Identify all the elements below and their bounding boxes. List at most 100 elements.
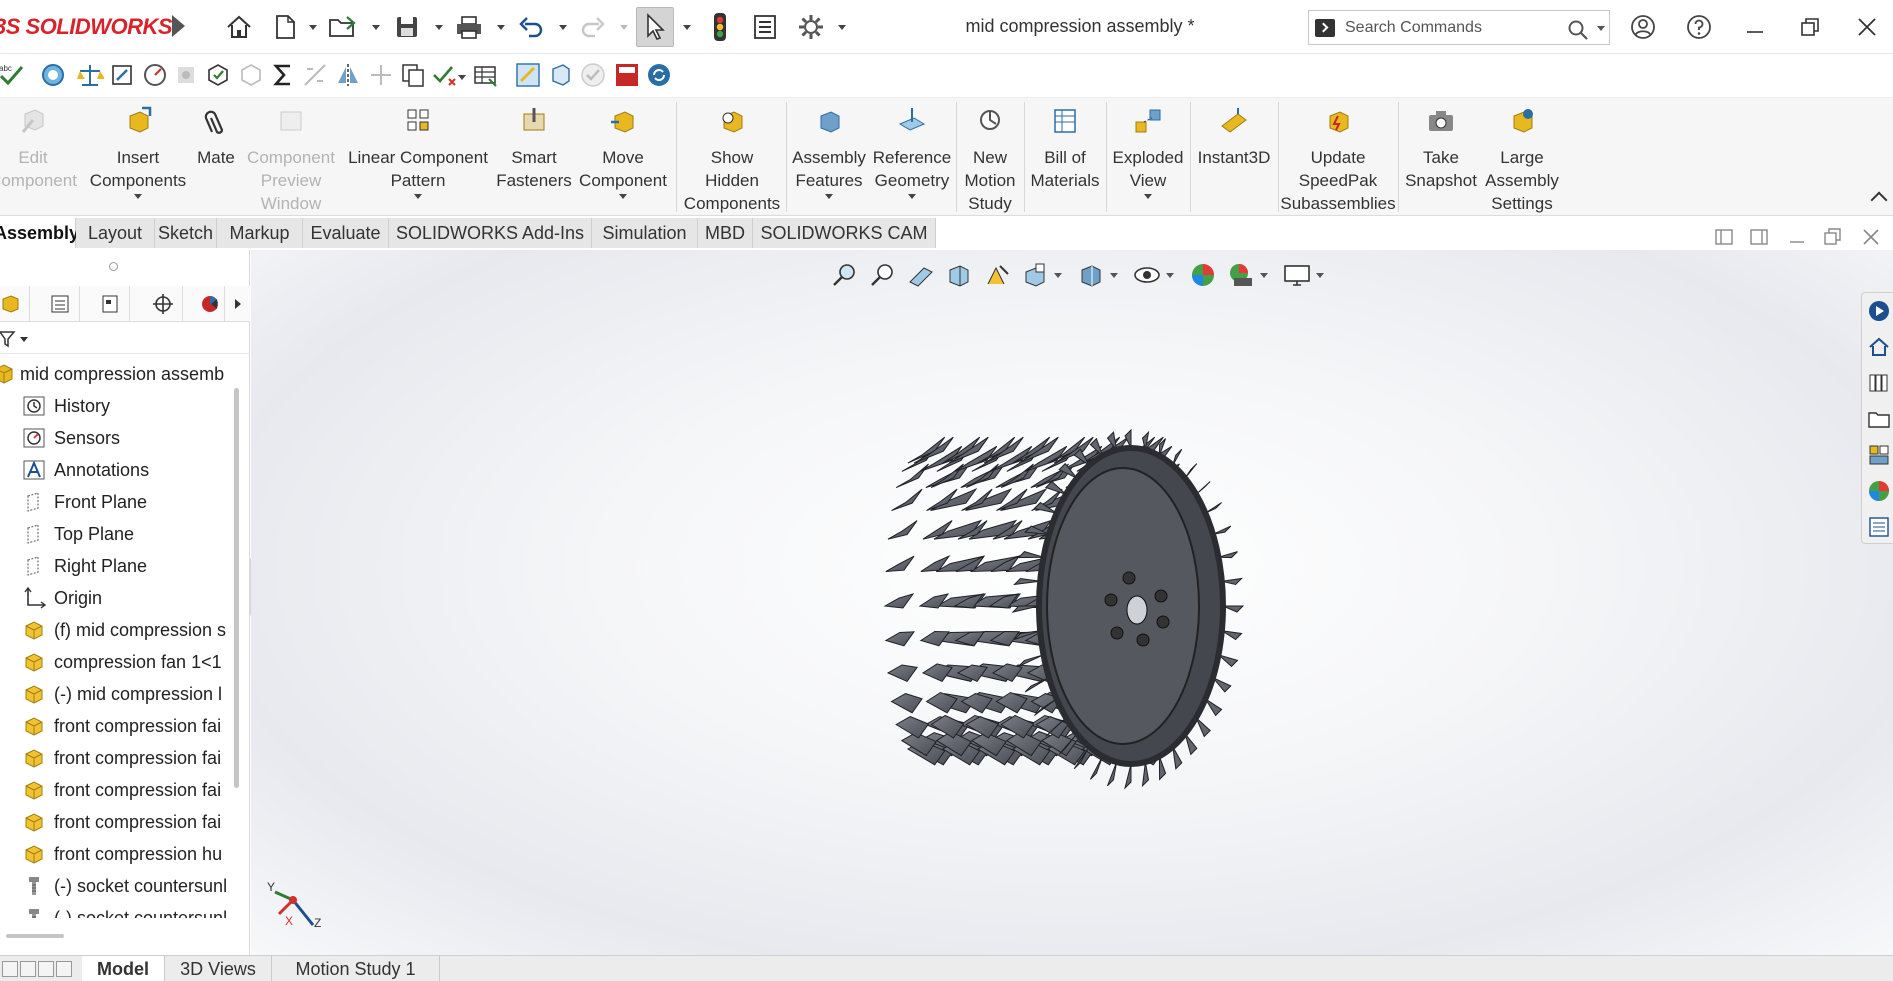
configuration-manager-tab[interactable] (90, 286, 130, 322)
viewport-close-icon[interactable] (1860, 226, 1882, 248)
first-tab-icon[interactable] (2, 961, 18, 977)
next-tab-icon[interactable] (38, 961, 54, 977)
bom-table-button[interactable] (470, 60, 500, 90)
collapse-ribbon-icon[interactable] (1870, 191, 1888, 209)
dimxpert-manager-tab[interactable] (143, 286, 183, 322)
tree-item-component[interactable]: front compression fai (0, 774, 230, 806)
rebuild-button[interactable] (703, 10, 737, 44)
minimize-button[interactable] (1738, 10, 1772, 44)
symmetry-check-button[interactable] (333, 60, 363, 90)
display-style-dropdown-icon[interactable] (1110, 272, 1118, 278)
tree-item-top-plane[interactable]: Top Plane (0, 518, 230, 550)
tree-item-screw[interactable]: (-) socket countersunl (0, 902, 230, 918)
view-orientation-icon[interactable] (1020, 262, 1050, 288)
copy-settings-button[interactable] (398, 60, 428, 90)
view-settings-icon[interactable] (1282, 262, 1312, 288)
open-button[interactable] (326, 10, 360, 44)
file-explorer-icon[interactable] (1867, 407, 1891, 431)
large-assembly-settings-button[interactable]: Large Assembly Settings (1484, 106, 1560, 215)
interference-detection-button[interactable] (203, 60, 233, 90)
driveworks-button[interactable] (612, 60, 642, 90)
display-style-icon[interactable] (1076, 262, 1106, 288)
compressor-fan-model[interactable] (251, 250, 1893, 955)
save-dropdown-icon[interactable] (435, 25, 443, 30)
exploded-view-button[interactable]: Exploded View (1108, 106, 1188, 199)
tile-left-icon[interactable] (1713, 226, 1735, 248)
solidworks-resources-icon[interactable] (1867, 299, 1891, 323)
tree-item-origin[interactable]: Origin (0, 582, 230, 614)
check-button[interactable] (430, 60, 460, 90)
panel-pin-icon[interactable] (109, 262, 118, 271)
new-document-button[interactable] (270, 10, 300, 44)
new-motion-study-button[interactable]: New Motion Study (958, 106, 1022, 215)
show-hidden-components-button[interactable]: Show Hidden Components (680, 106, 784, 215)
tree-item-component[interactable]: front compression fai (0, 806, 230, 838)
mirror-components-button[interactable] (300, 60, 330, 90)
viewport-restore-icon[interactable] (1822, 226, 1844, 248)
tab-assembly[interactable]: Assembly (0, 218, 79, 248)
tab-model[interactable]: Model (82, 956, 165, 981)
restore-button[interactable] (1793, 10, 1827, 44)
open-dropdown-icon[interactable] (372, 25, 380, 30)
edit-appearance-icon[interactable] (1188, 262, 1218, 288)
tab-simulation[interactable]: Simulation (592, 218, 698, 248)
measure-button[interactable] (38, 60, 68, 90)
tab-evaluate[interactable]: Evaluate (303, 218, 389, 248)
options-dropdown-icon[interactable] (838, 25, 846, 30)
tree-item-history[interactable]: History (0, 390, 230, 422)
hole-alignment-button[interactable] (171, 60, 201, 90)
tree-item-component[interactable]: (f) mid compression s (0, 614, 230, 646)
tree-filter[interactable] (0, 324, 250, 354)
insert-components-dropdown-icon[interactable] (134, 194, 142, 199)
section-properties-button[interactable] (107, 60, 137, 90)
feature-manager-tab[interactable] (0, 286, 30, 322)
tree-item-screw[interactable]: (-) socket countersunl (0, 870, 230, 902)
reference-geometry-button[interactable]: Reference Geometry (870, 106, 954, 199)
mate-button[interactable]: Mate (192, 106, 240, 169)
home-button[interactable] (222, 10, 256, 44)
approve-button[interactable] (578, 60, 608, 90)
close-button[interactable] (1850, 10, 1884, 44)
insert-components-button[interactable]: Insert Components (86, 106, 190, 199)
redo-button[interactable] (576, 10, 610, 44)
tree-vertical-scrollbar[interactable] (234, 388, 239, 788)
solidworks-logo[interactable]: 3S SOLIDWORKS (0, 14, 173, 40)
component-preview-window-button[interactable]: Component Preview Window (242, 106, 340, 215)
sensor-button[interactable] (140, 60, 170, 90)
previous-view-icon[interactable] (906, 262, 936, 288)
zoom-to-fit-button[interactable] (513, 60, 543, 90)
smart-fasteners-button[interactable]: Smart Fasteners (496, 106, 572, 192)
tab-layout[interactable]: Layout (76, 218, 155, 248)
reference-geometry-dropdown-icon[interactable] (908, 194, 916, 199)
zoom-to-area-icon[interactable] (868, 262, 898, 288)
expand-menu-icon[interactable] (172, 15, 185, 37)
new-dropdown-icon[interactable] (309, 25, 317, 30)
take-snapshot-button[interactable]: Take Snapshot (1400, 106, 1482, 192)
search-input[interactable] (1345, 17, 1555, 39)
tile-right-icon[interactable] (1748, 226, 1770, 248)
apply-scene-icon[interactable] (1226, 262, 1256, 288)
tree-item-right-plane[interactable]: Right Plane (0, 550, 230, 582)
account-button[interactable] (1626, 10, 1660, 44)
custom-properties-icon[interactable] (1867, 515, 1891, 539)
tab-3d-views[interactable]: 3D Views (165, 956, 272, 981)
previous-tab-icon[interactable] (20, 961, 36, 977)
options-button[interactable] (794, 10, 828, 44)
design-library-icon[interactable] (1867, 371, 1891, 395)
section-view-icon[interactable] (944, 262, 974, 288)
hide-show-items-icon[interactable] (1132, 262, 1162, 288)
update-speedpak-button[interactable]: Update SpeedPak Subassemblies (1280, 106, 1396, 215)
tree-item-component[interactable]: front compression fai (0, 710, 230, 742)
display-manager-tab[interactable] (195, 286, 225, 322)
file-properties-button[interactable] (748, 10, 782, 44)
select-button[interactable] (636, 7, 674, 47)
view-settings-dropdown-icon[interactable] (1316, 272, 1324, 278)
tree-item-sensors[interactable]: Sensors (0, 422, 230, 454)
save-button[interactable] (390, 10, 424, 44)
sync-button[interactable] (644, 60, 674, 90)
view-palette-icon[interactable] (1867, 443, 1891, 467)
tree-item-component[interactable]: front compression fai (0, 742, 230, 774)
tab-solidworks-addins[interactable]: SOLIDWORKS Add-Ins (389, 218, 592, 248)
tab-markup[interactable]: Markup (217, 218, 303, 248)
redo-dropdown-icon[interactable] (620, 25, 628, 30)
